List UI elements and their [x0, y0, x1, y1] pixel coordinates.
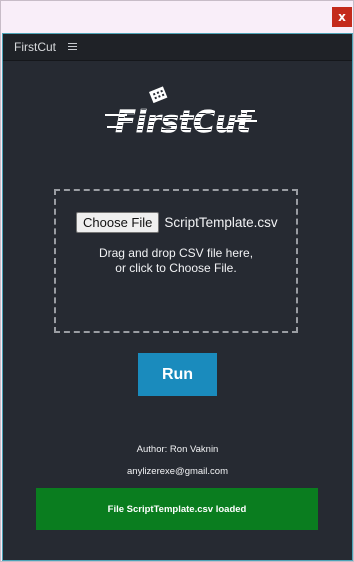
author-credit: Author: Ron Vaknin: [136, 444, 219, 455]
firstcut-logo: FirstCut: [105, 86, 257, 140]
status-message: File ScriptTemplate.csv loaded: [36, 488, 318, 530]
choose-file-button[interactable]: Choose File: [76, 212, 160, 233]
dropzone-instructions: Drag and drop CSV file here, or click to…: [56, 246, 296, 276]
author-email: anylizerexe@gmail.com: [127, 466, 228, 477]
dropzone-instruction-line-2: or click to Choose File.: [115, 261, 237, 275]
hamburger-menu-icon[interactable]: [68, 43, 77, 51]
app-window: x FirstCut FirstCut Choose File ScriptTe…: [0, 0, 354, 562]
logo-text: FirstCut: [115, 105, 252, 140]
window-close-button[interactable]: x: [332, 7, 352, 27]
clapper-icon: [149, 86, 168, 104]
file-input-row: Choose File ScriptTemplate.csv: [76, 212, 278, 233]
panel-title: FirstCut: [14, 40, 56, 54]
dropzone-instruction-line-1: Drag and drop CSV file here,: [98, 246, 254, 260]
firstcut-panel: FirstCut FirstCut Choose File ScriptTemp…: [2, 33, 353, 561]
selected-file-name: ScriptTemplate.csv: [164, 215, 278, 230]
csv-dropzone[interactable]: Choose File ScriptTemplate.csv Drag and …: [54, 189, 298, 333]
close-icon: x: [338, 10, 346, 24]
panel-header: FirstCut: [3, 34, 352, 61]
run-button[interactable]: Run: [138, 353, 217, 396]
